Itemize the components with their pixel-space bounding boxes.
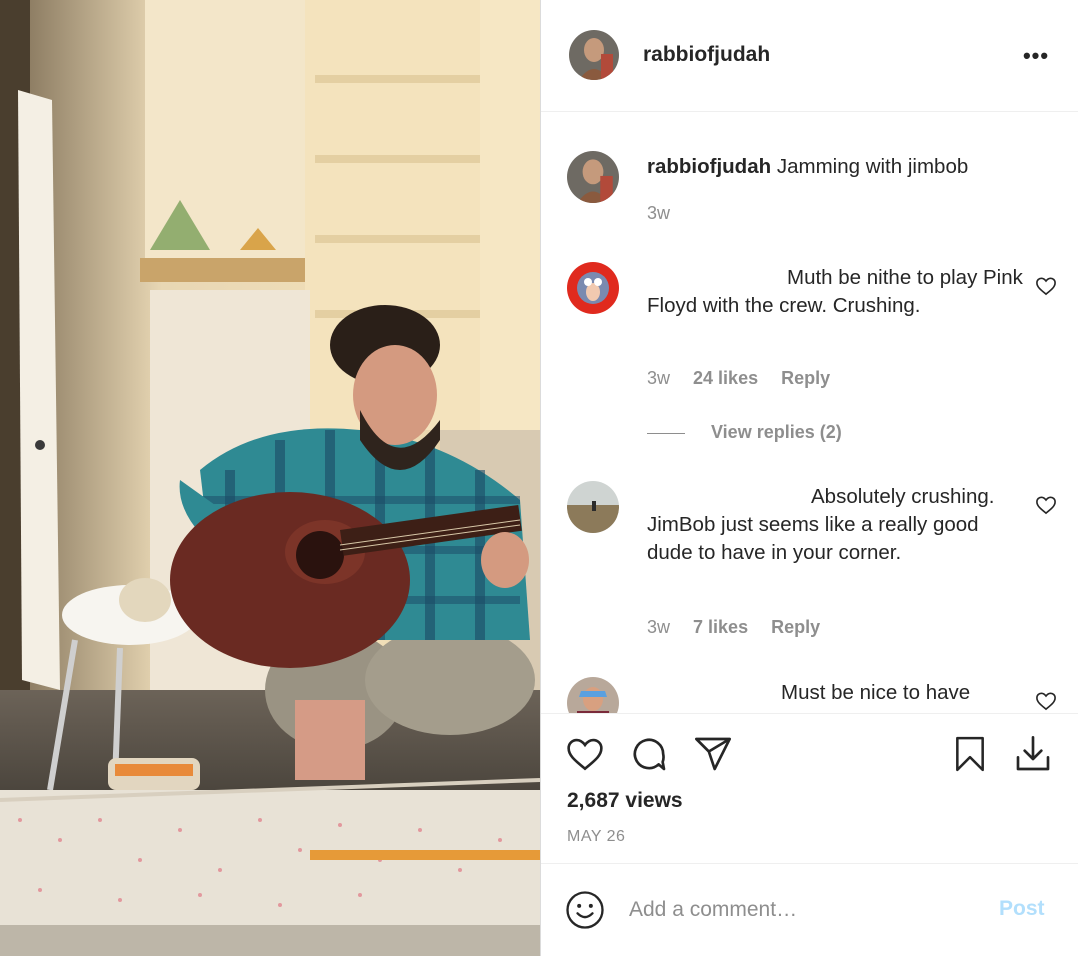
comment-text: Absolutely crushing. JimBob just seems l… bbox=[647, 485, 995, 564]
comment-input[interactable] bbox=[629, 892, 979, 928]
comments-list[interactable]: rabbiofjudah Jamming with jimbob 3w Muth… bbox=[541, 113, 1078, 713]
more-options-button[interactable]: ••• bbox=[1021, 44, 1051, 68]
author-avatar[interactable] bbox=[569, 30, 619, 80]
bookmark-icon[interactable] bbox=[951, 734, 989, 774]
author-username[interactable]: rabbiofjudah bbox=[643, 43, 770, 67]
caption-time[interactable]: 3w bbox=[647, 203, 670, 223]
post-header: rabbiofjudah ••• bbox=[541, 0, 1078, 112]
share-icon[interactable] bbox=[693, 734, 733, 774]
post-detail-panel: rabbiofjudah ••• rabbiofjudah Jamming wi… bbox=[540, 0, 1078, 956]
reply-button[interactable]: Reply bbox=[781, 368, 830, 388]
comment-time[interactable]: 3w bbox=[647, 368, 670, 388]
comment-likes[interactable]: 24 likes bbox=[693, 368, 758, 388]
caption-meta: 3w bbox=[647, 203, 688, 224]
caption-body: Jamming with jimbob bbox=[776, 155, 969, 178]
commenter-avatar[interactable] bbox=[567, 677, 619, 713]
commenter-avatar[interactable] bbox=[567, 481, 619, 533]
ellipsis-icon: ••• bbox=[1022, 43, 1050, 68]
caption-username[interactable]: rabbiofjudah bbox=[647, 155, 771, 178]
view-replies-label: View replies (2) bbox=[711, 422, 842, 442]
comment-text: Muth be nithe to play Pink Floyd with th… bbox=[647, 266, 1023, 317]
heart-icon[interactable] bbox=[1035, 276, 1057, 296]
heart-icon[interactable] bbox=[1035, 691, 1057, 711]
caption-text: rabbiofjudah Jamming with jimbob bbox=[647, 153, 1057, 181]
post-actions: 2,687 views MAY 26 bbox=[541, 713, 1078, 863]
view-replies-button[interactable]: View replies (2) bbox=[647, 422, 842, 443]
comment-likes[interactable]: 7 likes bbox=[693, 617, 748, 637]
post-button[interactable]: Post bbox=[999, 897, 1045, 921]
heart-icon[interactable] bbox=[1035, 495, 1057, 515]
post-video[interactable] bbox=[0, 0, 540, 956]
comment-icon[interactable] bbox=[629, 734, 669, 774]
comment-meta: 3w 24 likes Reply bbox=[647, 368, 848, 389]
download-icon[interactable] bbox=[1013, 734, 1053, 774]
commenter-avatar[interactable] bbox=[567, 262, 619, 314]
emoji-icon[interactable] bbox=[565, 890, 605, 930]
post-date[interactable]: MAY 26 bbox=[567, 828, 625, 846]
comment-meta: 3w 7 likes Reply bbox=[647, 617, 838, 638]
add-comment-bar: Post bbox=[541, 863, 1078, 956]
view-count[interactable]: 2,687 views bbox=[567, 789, 683, 813]
reply-button[interactable]: Reply bbox=[771, 617, 820, 637]
caption-avatar[interactable] bbox=[567, 151, 619, 203]
replies-divider bbox=[647, 432, 685, 434]
heart-icon[interactable] bbox=[565, 736, 605, 772]
comment-time[interactable]: 3w bbox=[647, 617, 670, 637]
comment-text: Must be nice to have bbox=[781, 681, 971, 704]
video-frame bbox=[0, 0, 540, 956]
